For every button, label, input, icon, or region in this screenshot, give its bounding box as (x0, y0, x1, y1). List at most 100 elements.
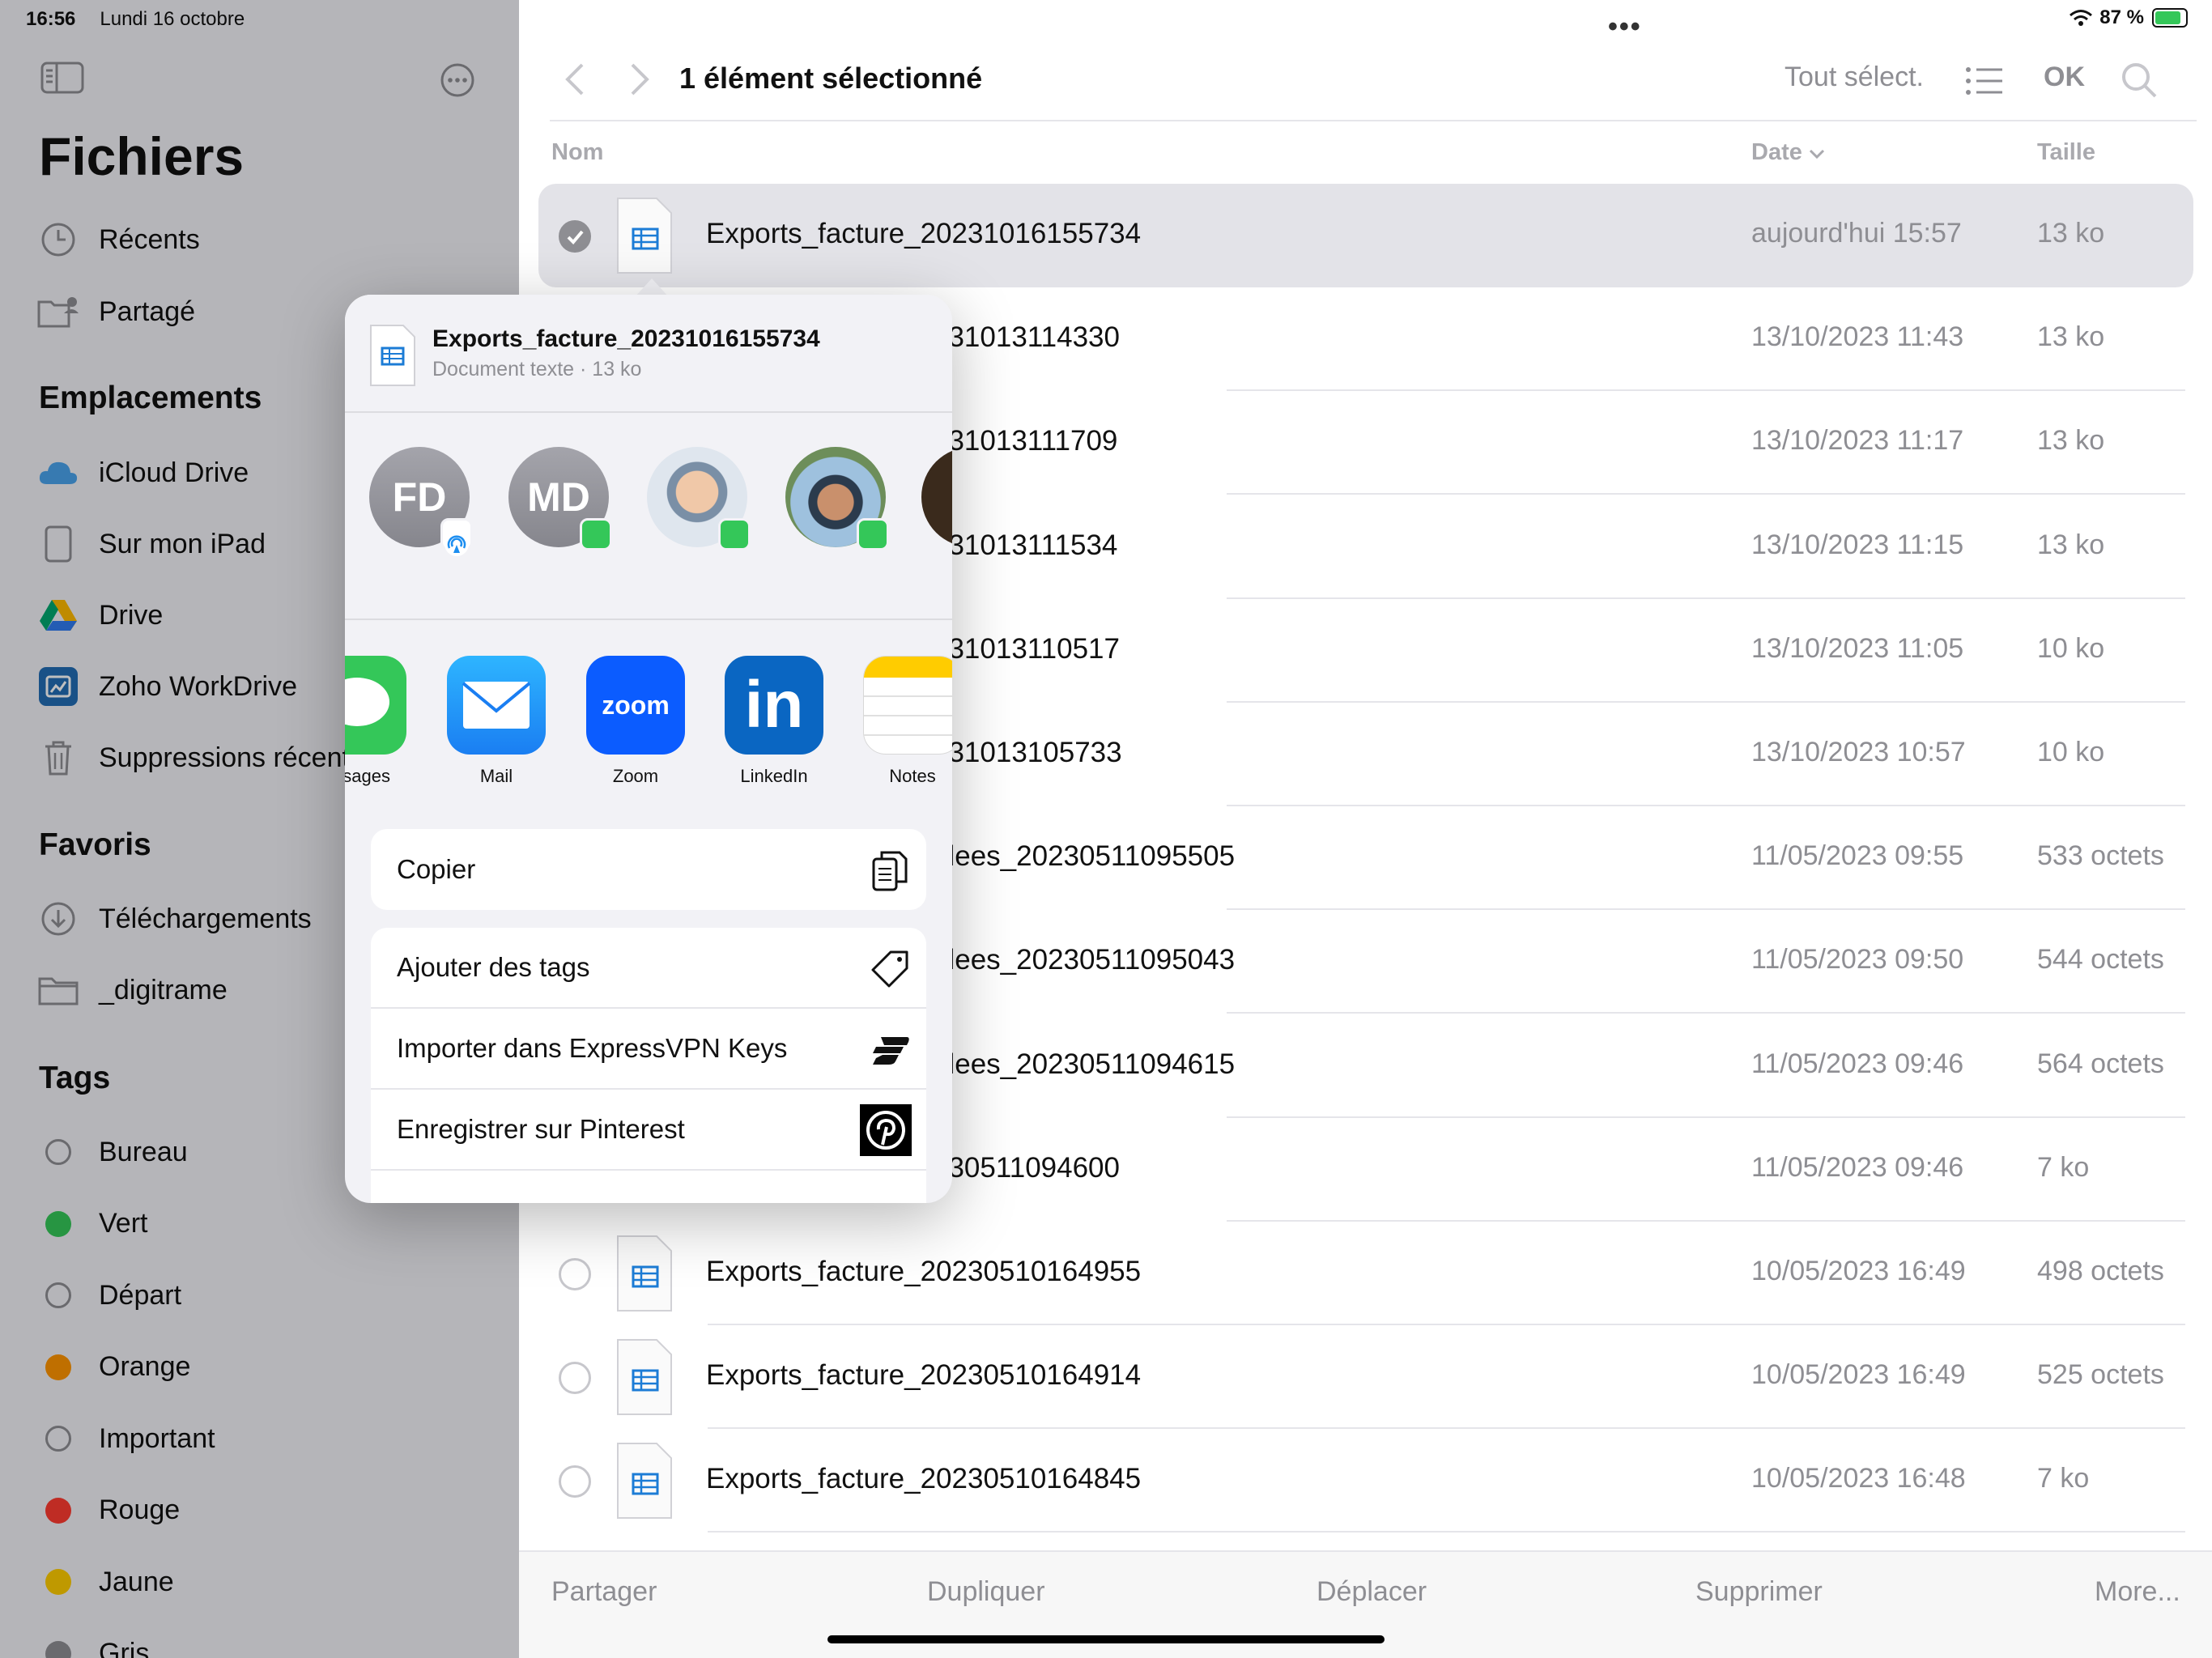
file-name: glees_20230511094615 (933, 1048, 1236, 1080)
file-date: 13/10/2023 10:57 (1751, 737, 1966, 767)
file-row[interactable]: Exports_facture_20230510164914 10/05/2023… (538, 1325, 2193, 1430)
forward-chevron-icon[interactable] (627, 62, 652, 97)
list-view-icon[interactable] (1965, 65, 2004, 97)
file-size: 525 octets (2037, 1359, 2164, 1391)
copy-action[interactable]: Copier (371, 829, 926, 910)
notes-app-icon (863, 656, 952, 755)
action-label: Copier (397, 854, 476, 884)
contact-photo-avatar[interactable] (785, 447, 889, 551)
action-label: Enregistrer sur Pinterest (397, 1114, 685, 1144)
battery-icon (2152, 8, 2188, 28)
share-action-button[interactable]: Partager (551, 1576, 657, 1608)
contact-avatar[interactable]: MD (508, 447, 612, 551)
app-mail[interactable]: Mail (447, 656, 546, 787)
file-size: 544 octets (2037, 944, 2164, 976)
column-header-date[interactable]: Date (1751, 139, 1825, 166)
tag-icon (870, 949, 910, 989)
file-date: 10/05/2023 16:49 (1751, 1359, 1966, 1391)
expressvpn-icon (870, 1030, 910, 1070)
contact-avatar[interactable]: FD (369, 447, 473, 556)
mail-app-icon (447, 656, 546, 755)
selection-title: 1 élément sélectionné (679, 62, 983, 95)
app-messages[interactable]: essages (345, 656, 406, 787)
header-divider (550, 120, 2197, 121)
file-date: 11/05/2023 09:50 (1751, 944, 1964, 976)
action-label: Ajouter des tags (397, 952, 590, 982)
file-date: 13/10/2023 11:17 (1751, 425, 1964, 457)
delete-action-button[interactable]: Supprimer (1695, 1576, 1823, 1608)
people-apps-divider (345, 619, 952, 620)
contact-photo-avatar[interactable] (647, 447, 751, 551)
file-date: 13/10/2023 11:15 (1751, 529, 1964, 560)
file-name: Exports_facture_20230510164955 (706, 1256, 1142, 1287)
file-size: 10 ko (2037, 737, 2105, 767)
add-tags-action[interactable]: Ajouter des tags (371, 928, 926, 1009)
file-row[interactable]: Exports_facture_20231016155734 aujourd'hu… (538, 184, 2193, 287)
file-date: aujourd'hui 15:57 (1751, 218, 1962, 249)
file-name: 231013105733 (933, 737, 1122, 768)
selection-checkbox[interactable] (559, 1362, 591, 1395)
file-row[interactable]: Exports_facture_20230510164845 10/05/2023… (538, 1429, 2193, 1533)
status-indicators: 87 % (2069, 6, 2188, 29)
file-name: 231013111534 (933, 529, 1118, 561)
file-name: glees_20230511095043 (933, 944, 1236, 976)
duplicate-action-button[interactable]: Dupliquer (927, 1576, 1045, 1608)
done-button[interactable]: OK (2044, 62, 2085, 93)
file-date: 10/05/2023 16:48 (1751, 1463, 1966, 1494)
file-size: 498 octets (2037, 1256, 2164, 1286)
file-name: 231013114330 (933, 321, 1120, 354)
column-header-size[interactable]: Taille (2037, 139, 2095, 166)
copy-icon (870, 850, 910, 891)
selection-checkbox[interactable] (559, 220, 591, 253)
action-label: Importer dans ExpressVPN Keys (397, 1033, 788, 1063)
home-indicator[interactable] (827, 1635, 1385, 1643)
messages-app-icon (345, 656, 406, 755)
spreadsheet-file-icon (616, 197, 673, 274)
file-size: 13 ko (2037, 425, 2105, 457)
file-size: 13 ko (2037, 529, 2105, 560)
messages-icon (857, 518, 889, 551)
share-file-meta: Document texte · 13 ko (432, 358, 642, 380)
app-label: LinkedIn (740, 766, 808, 786)
move-action-button[interactable]: Déplacer (1317, 1576, 1427, 1608)
row-divider (708, 1531, 2185, 1533)
search-icon[interactable] (2121, 62, 2158, 99)
spreadsheet-file-icon (616, 1442, 673, 1520)
pinterest-icon (860, 1104, 912, 1156)
expressvpn-action[interactable]: Importer dans ExpressVPN Keys (371, 1009, 926, 1090)
spreadsheet-file-icon (616, 1338, 673, 1416)
share-actions-group-copy: Copier (371, 829, 926, 910)
app-label: Notes (889, 766, 936, 786)
selection-checkbox[interactable] (559, 1465, 591, 1499)
share-sheet-header: Exports_facture_20231016155734 Document … (345, 295, 952, 413)
multitasking-dots[interactable]: ••• (1608, 11, 1642, 43)
file-name: Exports_facture_20230510164845 (706, 1463, 1142, 1495)
file-size: 7 ko (2037, 1151, 2090, 1183)
pinterest-action[interactable]: Enregistrer sur Pinterest (371, 1090, 926, 1171)
file-size: 13 ko (2037, 218, 2105, 249)
share-sheet: Exports_facture_20231016155734 Document … (345, 295, 952, 1203)
spreadsheet-file-icon (616, 1235, 673, 1312)
file-row[interactable]: Exports_facture_20230510164955 10/05/2023… (538, 1222, 2193, 1325)
partial-action-row[interactable] (371, 1171, 926, 1203)
wifi-icon (2069, 10, 2093, 26)
file-date: 11/05/2023 09:46 (1751, 1151, 1964, 1183)
app-label: Zoom (612, 766, 659, 786)
share-file-name: Exports_facture_20231016155734 (432, 325, 820, 352)
file-date: 13/10/2023 11:05 (1751, 632, 1964, 664)
app-notes[interactable]: Notes (863, 656, 952, 787)
zoom-app-icon: zoom (586, 656, 685, 755)
file-size: 13 ko (2037, 321, 2105, 353)
selection-checkbox[interactable] (559, 1258, 591, 1290)
share-actions-group-more: Ajouter des tags Importer dans ExpressVP… (371, 928, 926, 1203)
contact-photo-avatar[interactable] (921, 447, 952, 547)
select-all-button[interactable]: Tout sélect. (1784, 62, 1924, 93)
app-zoom[interactable]: zoom Zoom (586, 656, 685, 787)
app-linkedin[interactable]: in LinkedIn (725, 656, 823, 787)
file-size: 7 ko (2037, 1463, 2090, 1494)
column-header-name[interactable]: Nom (551, 139, 603, 166)
linkedin-app-icon: in (725, 656, 823, 755)
more-action-button[interactable]: More... (2095, 1576, 2180, 1608)
back-chevron-icon[interactable] (563, 62, 587, 97)
app-label: Mail (479, 766, 513, 786)
